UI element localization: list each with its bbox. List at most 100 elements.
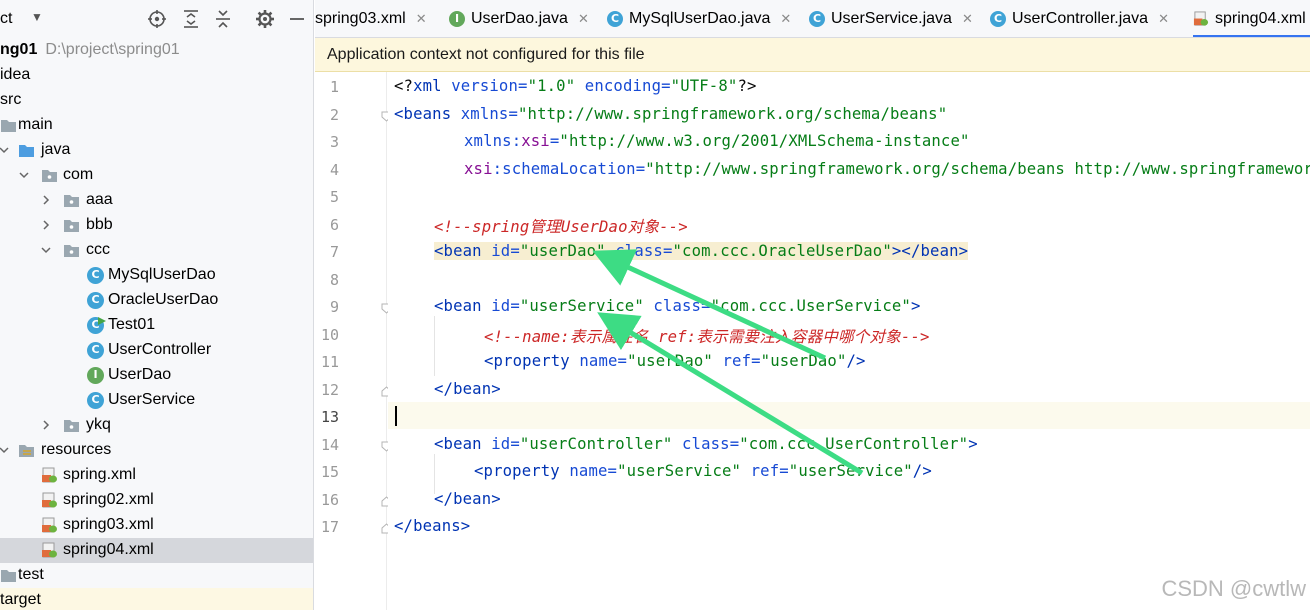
tree-item-spring03-xml[interactable]: spring03.xml: [0, 513, 313, 538]
tree-item-target[interactable]: target: [0, 588, 313, 610]
indent-guide: [434, 316, 435, 376]
class-icon: C: [87, 342, 104, 359]
line-number: 16: [320, 491, 339, 509]
run-marker-icon: [98, 317, 106, 325]
tree-item-label: spring04.xml: [63, 541, 154, 558]
chevron-down-icon[interactable]: [18, 169, 30, 181]
tree-item-oracleuserdao[interactable]: C OracleUserDao: [0, 288, 313, 313]
tree-item-ccc[interactable]: ccc: [0, 238, 313, 263]
line-number: 4: [329, 161, 339, 179]
tree-item-label: target: [0, 591, 41, 608]
tree-item-label: ng01: [0, 41, 38, 58]
line-number: 10: [320, 326, 339, 344]
expand-all-icon[interactable]: [180, 8, 202, 30]
context-warning-banner: Application context not configured for t…: [315, 38, 1310, 72]
tree-item-label: spring02.xml: [63, 491, 154, 508]
tree-item-label: aaa: [86, 191, 113, 208]
chevron-down-icon[interactable]: [0, 144, 10, 156]
class-icon: C: [607, 11, 623, 27]
code-line-11: <property name="userDao" ref="userDao"/>: [484, 352, 866, 370]
interface-icon: I: [87, 367, 104, 384]
project-panel: ct ▼ ng01 D:\project\spring01 idea src ma…: [0, 0, 314, 610]
tree-item-label: com: [63, 166, 94, 183]
xml-file-icon: [42, 492, 57, 508]
tab-userservice-java[interactable]: C UserService.java ✕: [809, 0, 973, 37]
tree-item-test01[interactable]: C Test01: [0, 313, 313, 338]
line-number: 2: [329, 106, 339, 124]
line-number: 12: [320, 381, 339, 399]
code-line-7: <bean id="userDao" class="com.ccc.Oracle…: [434, 242, 969, 260]
watermark: CSDN @cwtlw: [1161, 576, 1306, 601]
tree-item-src[interactable]: src: [0, 88, 313, 113]
tree-item-label: ccc: [86, 241, 110, 258]
tree-item-userservice[interactable]: C UserService: [0, 388, 313, 413]
tree-item-spring02-xml[interactable]: spring02.xml: [0, 488, 313, 513]
tab-spring03-xml[interactable]: spring03.xml ✕: [315, 0, 427, 37]
tree-item-main[interactable]: main: [0, 113, 313, 138]
collapse-all-icon[interactable]: [212, 8, 234, 30]
locate-icon[interactable]: [146, 8, 168, 30]
tree-item-label: OracleUserDao: [108, 291, 219, 308]
project-panel-title[interactable]: ct: [0, 10, 12, 28]
tree-item-bbb[interactable]: bbb: [0, 213, 313, 238]
tree-item-mysqluserdao[interactable]: C MySqlUserDao: [0, 263, 313, 288]
tree-item-usercontroller[interactable]: C UserController: [0, 338, 313, 363]
xml-file-icon: [42, 542, 57, 558]
tree-item-spring04-xml[interactable]: spring04.xml: [0, 538, 313, 563]
package-icon: [64, 420, 79, 432]
close-icon[interactable]: ✕: [578, 11, 589, 27]
text-caret: [395, 406, 397, 426]
code-line-15: <property name="userService" ref="userSe…: [474, 462, 932, 480]
tab-mysqluserdao-java[interactable]: C MySqlUserDao.java ✕: [607, 0, 791, 37]
source-folder-icon: [19, 145, 34, 157]
tree-item-ykq[interactable]: ykq: [0, 413, 313, 438]
package-icon: [42, 170, 57, 182]
tree-item-label: spring03.xml: [63, 516, 154, 533]
chevron-down-icon[interactable]: [0, 444, 10, 456]
tree-item-label: bbb: [86, 216, 113, 233]
tab-userdao-java[interactable]: I UserDao.java ✕: [449, 0, 589, 37]
tree-item-aaa[interactable]: aaa: [0, 188, 313, 213]
code-line-3: xmlns:xsi="http://www.w3.org/2001/XMLSch…: [464, 132, 970, 150]
tree-item-test[interactable]: test: [0, 563, 313, 588]
close-icon[interactable]: ✕: [416, 11, 427, 27]
tree-item-label: main: [18, 116, 53, 133]
tree-item-userdao[interactable]: I UserDao: [0, 363, 313, 388]
tree-item-resources[interactable]: resources: [0, 438, 313, 463]
chevron-right-icon[interactable]: [40, 419, 52, 431]
line-number: 5: [329, 188, 339, 206]
project-path: D:\project\spring01: [45, 41, 180, 58]
code-editor[interactable]: <?xml version="1.0" encoding="UTF-8"?> <…: [388, 72, 1310, 610]
tree-item-project-root[interactable]: ng01 D:\project\spring01: [0, 38, 313, 63]
line-number: 9: [329, 298, 339, 316]
tree-item-idea[interactable]: idea: [0, 63, 313, 88]
line-number-gutter: 1 2 3 4 5 6 7 8 9 10 11 12 13 14 15 16 1…: [315, 72, 392, 610]
resources-folder-icon: [19, 445, 34, 457]
close-icon[interactable]: ✕: [780, 11, 791, 27]
minimize-icon[interactable]: [286, 8, 308, 30]
package-icon: [64, 245, 79, 257]
tab-spring04-xml[interactable]: spring04.xml: [1193, 0, 1310, 37]
close-icon[interactable]: ✕: [962, 11, 973, 27]
tree-item-java[interactable]: java: [0, 138, 313, 163]
close-icon[interactable]: ✕: [1158, 11, 1169, 27]
tab-label: UserDao.java: [471, 10, 568, 27]
line-number: 17: [320, 518, 339, 536]
xml-file-icon: [1193, 11, 1209, 26]
tree-item-com[interactable]: com: [0, 163, 313, 188]
line-number-current: 13: [320, 408, 339, 426]
tree-item-label: UserService: [108, 391, 196, 408]
tab-label: UserController.java: [1012, 10, 1149, 27]
chevron-down-icon[interactable]: [40, 244, 52, 256]
code-line-2: <beans xmlns="http://www.springframework…: [394, 105, 948, 123]
gear-icon[interactable]: [254, 8, 276, 30]
chevron-down-icon[interactable]: ▼: [31, 10, 43, 24]
chevron-right-icon[interactable]: [40, 194, 52, 206]
class-icon: C: [87, 392, 104, 409]
tab-usercontroller-java[interactable]: C UserController.java ✕: [990, 0, 1169, 37]
chevron-right-icon[interactable]: [40, 219, 52, 231]
tree-item-label: MySqlUserDao: [108, 266, 216, 283]
tree-item-label: resources: [41, 441, 112, 458]
line-number: 8: [329, 271, 339, 289]
tree-item-spring-xml[interactable]: spring.xml: [0, 463, 313, 488]
